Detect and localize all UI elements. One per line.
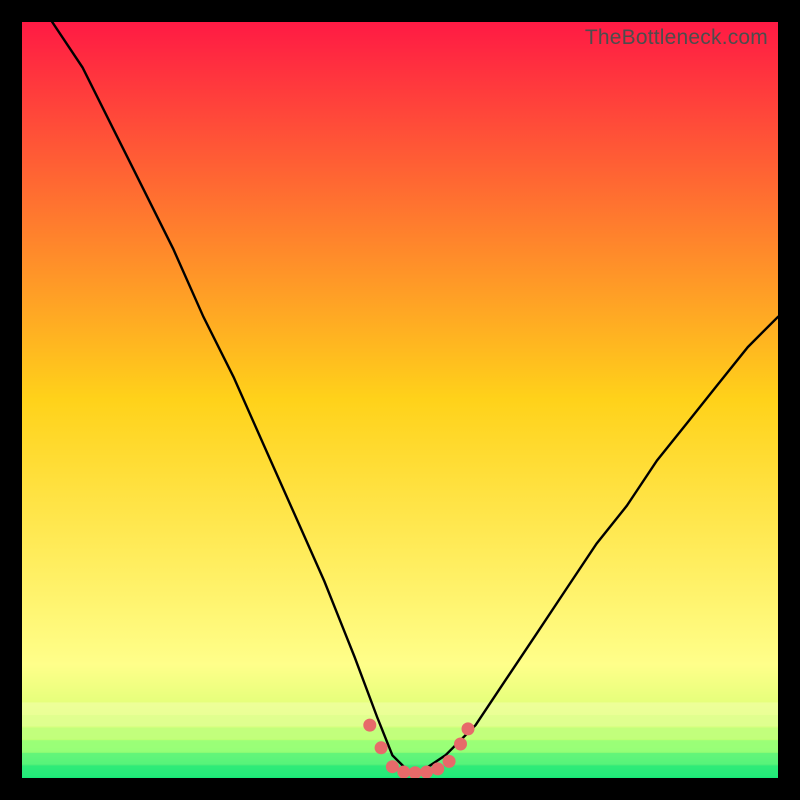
marker-dot bbox=[363, 719, 376, 732]
watermark-text: TheBottleneck.com bbox=[585, 26, 768, 50]
gradient-background bbox=[22, 22, 778, 778]
bottom-stripes bbox=[22, 702, 778, 778]
chart-svg bbox=[22, 22, 778, 778]
marker-dot bbox=[397, 766, 410, 779]
plot-area: TheBottleneck.com bbox=[22, 22, 778, 778]
marker-dot bbox=[462, 722, 475, 735]
chart-frame: TheBottleneck.com bbox=[0, 0, 800, 800]
marker-dot bbox=[454, 738, 467, 751]
marker-dot bbox=[375, 741, 388, 754]
marker-dot bbox=[386, 760, 399, 773]
marker-dot bbox=[431, 762, 444, 775]
marker-dot bbox=[420, 766, 433, 779]
marker-dot bbox=[443, 755, 456, 768]
